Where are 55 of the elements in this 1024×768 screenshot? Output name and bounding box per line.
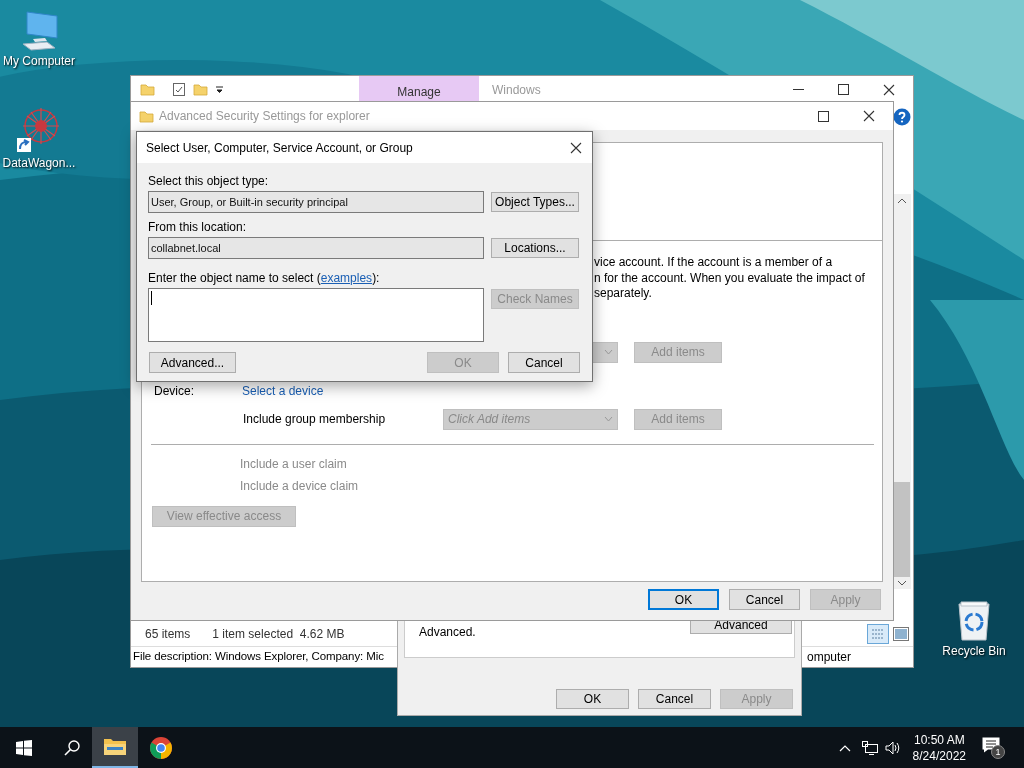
dialog-title: Select User, Computer, Service Account, or Group [146,139,413,157]
link[interactable]: Select a device [242,381,324,400]
chevron-down-icon[interactable] [897,579,907,587]
input-field[interactable]: collabnet.local [148,237,484,259]
dropdown-icon[interactable] [215,85,224,94]
button[interactable]: Cancel [638,689,711,709]
chevron-up-icon[interactable] [897,197,907,205]
recycle-bin-icon[interactable] [955,598,993,642]
link[interactable]: examples [320,271,373,285]
clock[interactable]: 10:50 AM 8/24/2022 [912,731,966,764]
notification-button[interactable]: 1 [982,736,1004,759]
close-icon[interactable] [569,140,583,155]
search-icon[interactable] [64,739,80,756]
text-cursor [151,291,152,305]
description-text: n for the account. When you evaluate the impact of [594,270,866,286]
button[interactable]: Advanced... [149,352,236,373]
button[interactable]: OK [556,689,629,709]
browser-icon [149,735,173,760]
button[interactable]: Cancel [508,352,580,373]
field-label: Enter the object name to select (examples): [148,271,381,285]
window-title: Windows [491,81,541,99]
description-text: Advanced. [419,625,476,639]
button[interactable]: Locations... [491,238,579,258]
scrollbar-thumb[interactable] [894,482,910,577]
icon-label[interactable]: Recycle Bin [942,644,1006,659]
status-text: 1 item selected 4.62 MB [212,626,345,643]
volume-icon[interactable] [884,740,901,755]
details-text: File description: Windows Explorer, Company: Mic [133,649,384,665]
button[interactable]: Object Types... [491,192,579,212]
help-icon[interactable] [893,108,911,126]
details-text: omputer [806,649,851,666]
description-text: separately. [594,286,653,302]
icon-label[interactable]: My Computer [3,54,75,69]
field-label: From this location: [148,220,248,234]
contextual-tab[interactable]: Manage [359,76,479,103]
input-field[interactable]: User, Group, or Built-in security principal [148,191,484,213]
icon-label[interactable]: DataWagon... [2,156,76,171]
maximize-icon[interactable] [837,83,850,96]
maximize-icon[interactable] [817,109,830,123]
network-icon[interactable] [861,740,878,755]
field-label: Device: [154,382,195,400]
window-title: Advanced Security Settings for explorer [159,108,370,125]
field-label: Select this object type: [148,174,270,188]
input-field[interactable] [148,288,484,342]
description-text: vice account. If the account is a member of a [594,255,834,271]
windows-logo-icon[interactable] [16,739,32,756]
thumbnail-view-icon[interactable] [893,627,909,641]
button[interactable]: OK [648,589,719,610]
close-icon[interactable] [862,109,876,123]
checkmark-document-icon[interactable] [172,82,186,97]
close-icon[interactable] [882,82,896,97]
checkbox-label: Include group membership [243,411,387,428]
button[interactable]: Cancel [729,589,800,610]
taskbar-button[interactable] [92,727,138,768]
status-text: 65 items [145,626,191,643]
